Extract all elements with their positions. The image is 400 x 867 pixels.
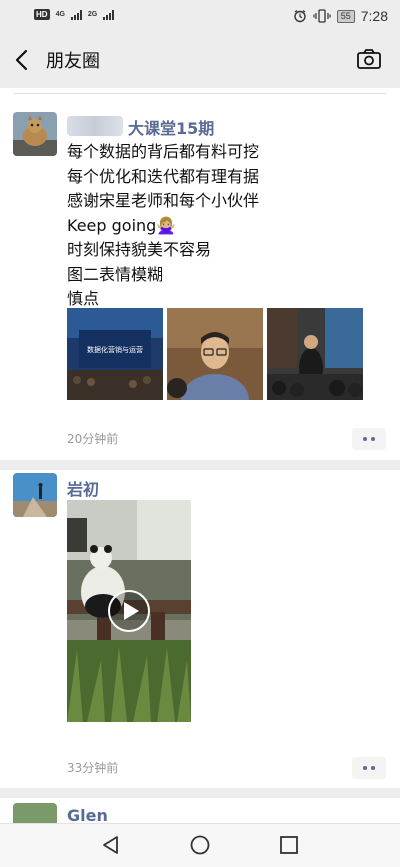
post-author[interactable]: Glen [67, 806, 108, 823]
hd-icon: HD [34, 9, 50, 20]
post-text-line: 图二表情模糊 [67, 264, 164, 284]
post-image[interactable] [267, 308, 363, 400]
conference-hall-image: 数据化营销与运营 [67, 308, 163, 400]
post-images: 数据化营销与运营 [67, 308, 363, 400]
moment-post: 大课堂15期 每个数据的背后都有料可挖 每个优化和迭代都有理有据 感谢宋星老师和… [0, 96, 400, 460]
post-text-line: Keep going🙅🏼‍♀️ [67, 215, 177, 235]
battery-icon: 55 [336, 9, 355, 23]
post-text-line: 每个数据的背后都有料可挖 [67, 142, 260, 161]
dot-icon [363, 437, 367, 441]
nav-bar: 朋友圈 [0, 32, 400, 88]
avatar[interactable] [13, 473, 57, 517]
vibrate-icon [313, 9, 331, 23]
portrait-image [167, 308, 263, 400]
circle-home-icon[interactable] [189, 834, 211, 856]
avatar-image [13, 473, 57, 517]
more-actions-button[interactable] [352, 757, 386, 779]
avatar[interactable] [13, 803, 57, 823]
post-video[interactable] [67, 500, 191, 722]
post-author[interactable]: 大课堂15期 [128, 115, 214, 139]
post-time: 33分钟前 [67, 761, 119, 775]
speaker-image [267, 308, 363, 400]
avatar[interactable] [13, 112, 57, 156]
blurred-name [67, 116, 123, 136]
post-time: 20分钟前 [67, 432, 119, 446]
post-image[interactable] [167, 308, 263, 400]
post-text: 每个数据的背后都有料可挖 每个优化和迭代都有理有据 感谢宋星老师和每个小伙伴 K… [67, 140, 387, 312]
post-image[interactable]: 数据化营销与运营 [67, 308, 163, 400]
status-right: 55 7:28 [293, 8, 388, 24]
chevron-left-icon[interactable] [12, 48, 34, 72]
network-label-2: 2G [87, 11, 98, 18]
moments-screen: HD 4G 2G 55 7:28 朋友圈 大课堂15期 每个数据的背后都有料可挖… [0, 0, 400, 867]
screen-caption: 数据化营销与运营 [87, 345, 143, 354]
post-separator [0, 460, 400, 470]
signal-bars-icon [70, 9, 82, 20]
alarm-icon [294, 10, 306, 23]
system-nav-bar [0, 823, 400, 867]
status-left: HD 4G 2G [34, 9, 115, 20]
status-bar: HD 4G 2G 55 7:28 [0, 0, 400, 32]
play-icon[interactable] [107, 589, 151, 633]
camera-icon[interactable] [356, 48, 382, 70]
avatar-image [13, 803, 57, 823]
moments-feed[interactable]: 大课堂15期 每个数据的背后都有料可挖 每个优化和迭代都有理有据 感谢宋星老师和… [0, 88, 400, 823]
signal-bars-icon-2 [103, 9, 115, 20]
dot-icon [371, 437, 375, 441]
dot-icon [371, 766, 375, 770]
page-title: 朋友圈 [46, 51, 100, 72]
post-separator [0, 788, 400, 798]
square-recent-icon[interactable] [278, 834, 300, 856]
post-text-line: 时刻保持貌美不容易 [67, 240, 212, 259]
feed-divider [14, 93, 386, 94]
avatar-image [13, 112, 57, 156]
more-actions-button[interactable] [352, 428, 386, 450]
clock: 7:28 [360, 8, 388, 24]
network-label-1: 4G [55, 11, 65, 18]
dot-icon [363, 766, 367, 770]
post-text-line: 感谢宋星老师和每个小伙伴 [67, 191, 260, 210]
triangle-back-icon[interactable] [100, 834, 122, 856]
moment-post: 岩初 33分钟前 [0, 470, 400, 788]
moment-post: Glen [0, 798, 400, 823]
post-text-line: 每个优化和迭代都有理有据 [67, 166, 260, 186]
post-author[interactable]: 岩初 [67, 476, 99, 500]
